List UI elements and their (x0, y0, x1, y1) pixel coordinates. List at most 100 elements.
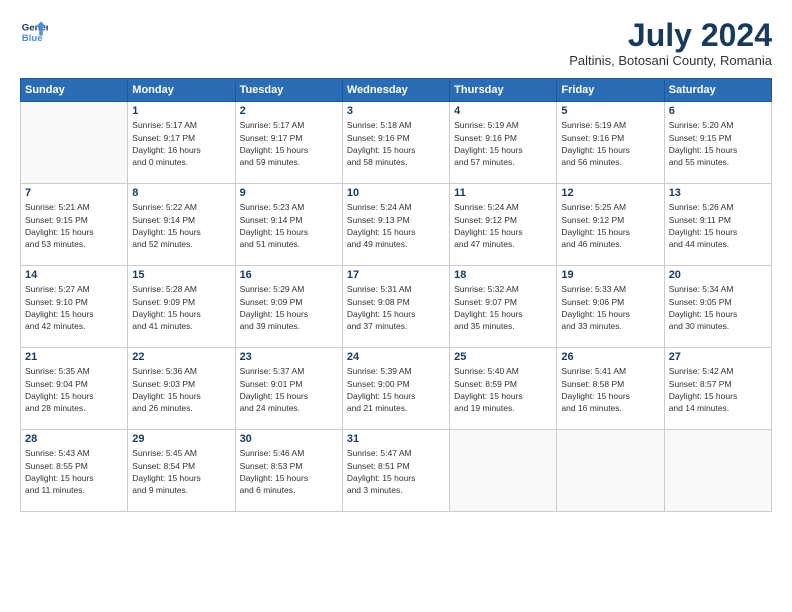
day-info: Sunrise: 5:34 AM Sunset: 9:05 PM Dayligh… (669, 283, 767, 332)
day-number: 11 (454, 187, 552, 199)
table-row: 21 Sunrise: 5:35 AM Sunset: 9:04 PM Dayli… (21, 348, 128, 430)
table-row: 2Sunrise: 5:17 AM Sunset: 9:17 PM Daylig… (235, 102, 342, 184)
day-number: 26 (561, 351, 659, 363)
day-info: Sunrise: 5:29 AM Sunset: 9:09 PM Dayligh… (240, 283, 338, 332)
day-number: 16 (240, 269, 338, 281)
day-info: Sunrise: 5:21 AM Sunset: 9:15 PM Dayligh… (25, 201, 123, 250)
day-number: 22 (132, 351, 230, 363)
day-info: Sunrise: 5:31 AM Sunset: 9:08 PM Dayligh… (347, 283, 445, 332)
day-info: Sunrise: 5:41 AM Sunset: 8:58 PM Dayligh… (561, 365, 659, 414)
table-row: 23 Sunrise: 5:37 AM Sunset: 9:01 PM Dayli… (235, 348, 342, 430)
table-row: 9Sunrise: 5:23 AM Sunset: 9:14 PM Daylig… (235, 184, 342, 266)
day-info: Sunrise: 5:47 AM Sunset: 8:51 PM Dayligh… (347, 447, 445, 496)
day-number: 29 (132, 433, 230, 445)
day-info: Sunrise: 5:46 AM Sunset: 8:53 PM Dayligh… (240, 447, 338, 496)
table-row: 12 Sunrise: 5:25 AM Sunset: 9:12 PM Dayli… (557, 184, 664, 266)
table-row: 7Sunrise: 5:21 AM Sunset: 9:15 PM Daylig… (21, 184, 128, 266)
day-info: Sunrise: 5:24 AM Sunset: 9:12 PM Dayligh… (454, 201, 552, 250)
table-row: 1 Sunrise: 5:17 AM Sunset: 9:17 PM Daylig… (128, 102, 235, 184)
day-info: Sunrise: 5:33 AM Sunset: 9:06 PM Dayligh… (561, 283, 659, 332)
table-row: 17Sunrise: 5:31 AM Sunset: 9:08 PM Dayli… (342, 266, 449, 348)
day-number: 19 (561, 269, 659, 281)
table-row: 20 Sunrise: 5:34 AM Sunset: 9:05 PM Dayli… (664, 266, 771, 348)
table-row: 26 Sunrise: 5:41 AM Sunset: 8:58 PM Dayli… (557, 348, 664, 430)
logo-icon: General Blue (20, 18, 48, 46)
calendar-week-1: 1 Sunrise: 5:17 AM Sunset: 9:17 PM Daylig… (21, 102, 772, 184)
table-row: 18Sunrise: 5:32 AM Sunset: 9:07 PM Dayli… (450, 266, 557, 348)
calendar-week-5: 28 Sunrise: 5:43 AM Sunset: 8:55 PM Dayli… (21, 430, 772, 512)
th-thursday: Thursday (450, 79, 557, 102)
table-row: 30 Sunrise: 5:46 AM Sunset: 8:53 PM Dayli… (235, 430, 342, 512)
location: Paltinis, Botosani County, Romania (569, 53, 772, 68)
table-row (21, 102, 128, 184)
table-row: 16 Sunrise: 5:29 AM Sunset: 9:09 PM Dayli… (235, 266, 342, 348)
day-number: 9 (240, 187, 338, 199)
day-info: Sunrise: 5:24 AM Sunset: 9:13 PM Dayligh… (347, 201, 445, 250)
table-row: 15 Sunrise: 5:28 AM Sunset: 9:09 PM Dayli… (128, 266, 235, 348)
th-monday: Monday (128, 79, 235, 102)
calendar-week-4: 21 Sunrise: 5:35 AM Sunset: 9:04 PM Dayli… (21, 348, 772, 430)
day-info: Sunrise: 5:22 AM Sunset: 9:14 PM Dayligh… (132, 201, 230, 250)
table-row: 24Sunrise: 5:39 AM Sunset: 9:00 PM Dayli… (342, 348, 449, 430)
day-number: 24 (347, 351, 445, 363)
day-number: 23 (240, 351, 338, 363)
day-number: 20 (669, 269, 767, 281)
table-row: 11 Sunrise: 5:24 AM Sunset: 9:12 PM Dayli… (450, 184, 557, 266)
table-row: 10 Sunrise: 5:24 AM Sunset: 9:13 PM Dayli… (342, 184, 449, 266)
header-row: Sunday Monday Tuesday Wednesday Thursday… (21, 79, 772, 102)
table-row: 28 Sunrise: 5:43 AM Sunset: 8:55 PM Dayli… (21, 430, 128, 512)
table-row: 3 Sunrise: 5:18 AM Sunset: 9:16 PM Daylig… (342, 102, 449, 184)
th-saturday: Saturday (664, 79, 771, 102)
month-title: July 2024 (569, 18, 772, 53)
day-number: 25 (454, 351, 552, 363)
day-number: 30 (240, 433, 338, 445)
day-info: Sunrise: 5:35 AM Sunset: 9:04 PM Dayligh… (25, 365, 123, 414)
table-row: 29Sunrise: 5:45 AM Sunset: 8:54 PM Dayli… (128, 430, 235, 512)
th-sunday: Sunday (21, 79, 128, 102)
page: General Blue July 2024 Paltinis, Botosan… (0, 0, 792, 612)
day-number: 6 (669, 105, 767, 117)
day-number: 12 (561, 187, 659, 199)
day-info: Sunrise: 5:17 AM Sunset: 9:17 PM Dayligh… (240, 119, 338, 168)
table-row: 13 Sunrise: 5:26 AM Sunset: 9:11 PM Dayli… (664, 184, 771, 266)
table-row: 22 Sunrise: 5:36 AM Sunset: 9:03 PM Dayli… (128, 348, 235, 430)
day-number: 14 (25, 269, 123, 281)
day-number: 21 (25, 351, 123, 363)
table-row (557, 430, 664, 512)
table-row (450, 430, 557, 512)
day-number: 13 (669, 187, 767, 199)
day-number: 15 (132, 269, 230, 281)
day-number: 31 (347, 433, 445, 445)
th-tuesday: Tuesday (235, 79, 342, 102)
th-wednesday: Wednesday (342, 79, 449, 102)
day-number: 1 (132, 105, 230, 117)
logo: General Blue (20, 18, 48, 46)
day-number: 27 (669, 351, 767, 363)
day-info: Sunrise: 5:27 AM Sunset: 9:10 PM Dayligh… (25, 283, 123, 332)
table-row: 5Sunrise: 5:19 AM Sunset: 9:16 PM Daylig… (557, 102, 664, 184)
day-info: Sunrise: 5:19 AM Sunset: 9:16 PM Dayligh… (454, 119, 552, 168)
table-row (664, 430, 771, 512)
day-number: 5 (561, 105, 659, 117)
day-number: 10 (347, 187, 445, 199)
day-number: 4 (454, 105, 552, 117)
day-info: Sunrise: 5:28 AM Sunset: 9:09 PM Dayligh… (132, 283, 230, 332)
day-number: 3 (347, 105, 445, 117)
table-row: 8 Sunrise: 5:22 AM Sunset: 9:14 PM Daylig… (128, 184, 235, 266)
calendar-week-2: 7Sunrise: 5:21 AM Sunset: 9:15 PM Daylig… (21, 184, 772, 266)
day-info: Sunrise: 5:18 AM Sunset: 9:16 PM Dayligh… (347, 119, 445, 168)
table-row: 27Sunrise: 5:42 AM Sunset: 8:57 PM Dayli… (664, 348, 771, 430)
day-info: Sunrise: 5:20 AM Sunset: 9:15 PM Dayligh… (669, 119, 767, 168)
day-info: Sunrise: 5:26 AM Sunset: 9:11 PM Dayligh… (669, 201, 767, 250)
day-info: Sunrise: 5:37 AM Sunset: 9:01 PM Dayligh… (240, 365, 338, 414)
day-info: Sunrise: 5:43 AM Sunset: 8:55 PM Dayligh… (25, 447, 123, 496)
table-row: 31 Sunrise: 5:47 AM Sunset: 8:51 PM Dayli… (342, 430, 449, 512)
day-number: 8 (132, 187, 230, 199)
day-number: 28 (25, 433, 123, 445)
table-row: 6 Sunrise: 5:20 AM Sunset: 9:15 PM Daylig… (664, 102, 771, 184)
day-number: 18 (454, 269, 552, 281)
header: General Blue July 2024 Paltinis, Botosan… (20, 18, 772, 68)
day-info: Sunrise: 5:36 AM Sunset: 9:03 PM Dayligh… (132, 365, 230, 414)
day-info: Sunrise: 5:17 AM Sunset: 9:17 PM Dayligh… (132, 119, 230, 168)
day-info: Sunrise: 5:25 AM Sunset: 9:12 PM Dayligh… (561, 201, 659, 250)
